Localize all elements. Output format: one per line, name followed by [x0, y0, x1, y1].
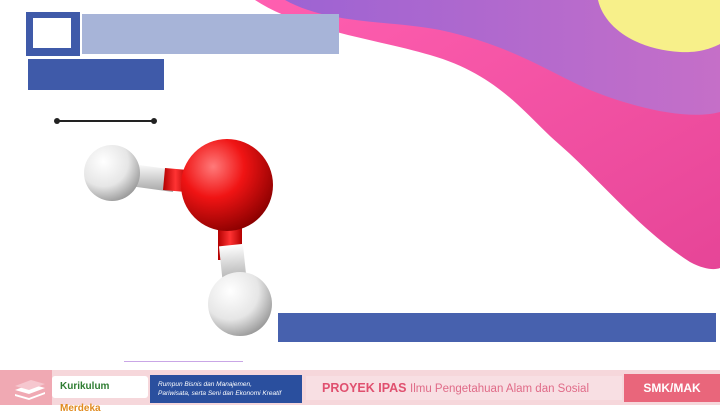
content-bar [278, 313, 716, 342]
rumpun-line-1: Rumpun Bisnis dan Manajemen, [158, 381, 252, 388]
oxygen-atom [181, 139, 273, 231]
book-stack-icon [15, 380, 45, 400]
water-molecule-image [84, 139, 273, 336]
divider-line [56, 120, 154, 122]
rumpun-label: Rumpun Bisnis dan Manajemen, Pariwisata,… [150, 375, 302, 403]
proyek-title: PROYEK IPAS [322, 381, 407, 395]
header-square-inner [33, 18, 71, 48]
hydrogen-atom [84, 145, 140, 201]
thin-divider [124, 361, 243, 362]
level-badge: SMK/MAK [624, 374, 720, 402]
proyek-label: PROYEK IPAS Ilmu Pengetahuan Alam dan So… [306, 376, 622, 400]
kurikulum-merdeka-badge: Kurikulum Merdeka [52, 376, 148, 414]
line-endpoint-right [151, 118, 157, 124]
subtitle-bar [28, 59, 164, 90]
rumpun-line-2: Pariwisata, serta Seni dan Ekonomi Kreat… [158, 390, 282, 397]
kurikulum-word: Kurikulum [60, 381, 110, 392]
line-endpoint-left [54, 118, 60, 124]
title-bar [82, 14, 339, 54]
proyek-subtitle: Ilmu Pengetahuan Alam dan Sosial [410, 383, 590, 395]
hydrogen-atom [208, 272, 272, 336]
